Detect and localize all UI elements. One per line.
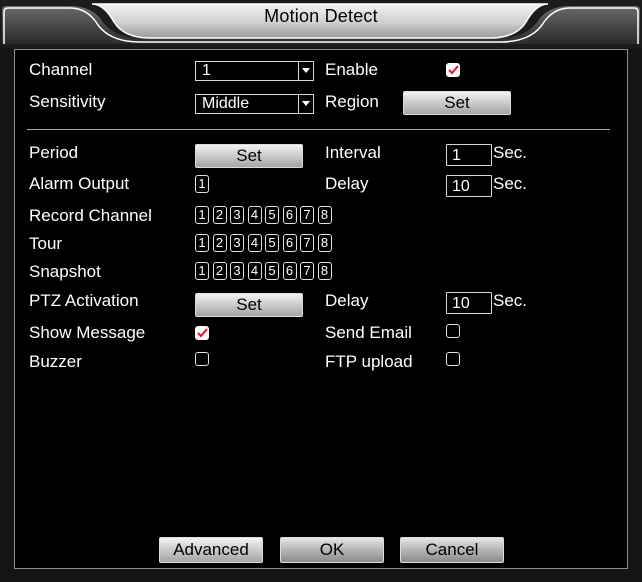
- ptz-delay-label: Delay: [325, 291, 369, 310]
- divider: [27, 129, 610, 130]
- record-channel-box-4[interactable]: 4: [247, 206, 262, 224]
- ftp-upload-label: FTP upload: [325, 352, 413, 371]
- tour-label: Tour: [29, 234, 63, 253]
- snapshot-label: Snapshot: [29, 262, 101, 281]
- delay-unit: Sec.: [493, 174, 528, 193]
- dialog-title: Motion Detect: [264, 6, 378, 26]
- region-label: Region: [325, 92, 379, 111]
- check-icon: [448, 65, 459, 75]
- record-channel-label: Record Channel: [29, 206, 152, 225]
- delay-value: 10: [452, 178, 470, 195]
- record-channel-box-6[interactable]: 6: [282, 206, 297, 224]
- alarm-output-box[interactable]: 1: [195, 175, 209, 193]
- channel-select[interactable]: 1: [195, 61, 314, 81]
- channel-label: Channel: [29, 60, 93, 79]
- snapshot-box-1[interactable]: 1: [195, 262, 209, 280]
- ptz-set-button[interactable]: Set: [195, 293, 303, 317]
- enable-checkbox[interactable]: [446, 63, 460, 77]
- send-email-label: Send Email: [325, 323, 412, 342]
- record-channel-box-7[interactable]: 7: [300, 206, 314, 224]
- interval-label: Interval: [325, 143, 381, 162]
- tour-box-7[interactable]: 7: [300, 234, 314, 252]
- tour-box-3[interactable]: 3: [230, 234, 244, 252]
- cancel-button[interactable]: Cancel: [400, 537, 504, 563]
- sensitivity-value: Middle: [202, 95, 250, 112]
- record-channel-box-3[interactable]: 3: [230, 206, 244, 224]
- chevron-down-icon[interactable]: [298, 62, 313, 80]
- snapshot-box-5[interactable]: 5: [265, 262, 279, 280]
- delay-label: Delay: [325, 174, 369, 193]
- show-message-label: Show Message: [29, 323, 146, 342]
- buzzer-checkbox[interactable]: [195, 352, 209, 366]
- show-message-checkbox[interactable]: [195, 326, 209, 340]
- ptz-delay-input[interactable]: 10: [446, 292, 492, 314]
- ftp-upload-checkbox[interactable]: [446, 352, 460, 366]
- record-channel-box-2[interactable]: 2: [212, 206, 227, 224]
- snapshot-box-8[interactable]: 8: [317, 262, 332, 280]
- record-channel-box-8[interactable]: 8: [317, 206, 332, 224]
- record-channel-box-5[interactable]: 5: [265, 206, 279, 224]
- send-email-checkbox[interactable]: [446, 324, 460, 338]
- tour-box-6[interactable]: 6: [282, 234, 297, 252]
- interval-value: 1: [452, 147, 461, 164]
- alarm-output-label: Alarm Output: [29, 174, 130, 193]
- tour-box-4[interactable]: 4: [247, 234, 262, 252]
- settings-panel: Channel 1 Enable Sensitivity Middle Regi…: [14, 49, 628, 569]
- record-channel-box-1[interactable]: 1: [195, 206, 209, 224]
- sensitivity-label: Sensitivity: [29, 92, 106, 111]
- chevron-down-icon[interactable]: [298, 95, 313, 113]
- tour-box-5[interactable]: 5: [265, 234, 279, 252]
- ok-button[interactable]: OK: [280, 537, 384, 563]
- snapshot-box-4[interactable]: 4: [247, 262, 262, 280]
- period-label: Period: [29, 143, 79, 162]
- ptz-delay-value: 10: [452, 295, 470, 312]
- buzzer-label: Buzzer: [29, 352, 82, 371]
- interval-unit: Sec.: [493, 143, 528, 162]
- snapshot-box-2[interactable]: 2: [212, 262, 227, 280]
- check-icon: [197, 328, 208, 338]
- period-set-button[interactable]: Set: [195, 144, 303, 168]
- advanced-button[interactable]: Advanced: [159, 537, 263, 563]
- region-set-button[interactable]: Set: [403, 91, 511, 115]
- enable-label: Enable: [325, 60, 378, 79]
- tour-box-1[interactable]: 1: [195, 234, 209, 252]
- snapshot-box-3[interactable]: 3: [230, 262, 244, 280]
- tour-box-2[interactable]: 2: [212, 234, 227, 252]
- motion-detect-dialog: Motion Detect Channel 1 Enable Sensitivi…: [0, 0, 642, 582]
- tour-box-8[interactable]: 8: [317, 234, 332, 252]
- ptz-delay-unit: Sec.: [493, 291, 528, 310]
- ptz-activation-label: PTZ Activation: [29, 291, 139, 310]
- interval-input[interactable]: 1: [446, 144, 492, 166]
- snapshot-box-6[interactable]: 6: [282, 262, 297, 280]
- delay-input[interactable]: 10: [446, 175, 492, 197]
- snapshot-box-7[interactable]: 7: [300, 262, 314, 280]
- channel-value: 1: [202, 62, 211, 79]
- sensitivity-select[interactable]: Middle: [195, 94, 314, 114]
